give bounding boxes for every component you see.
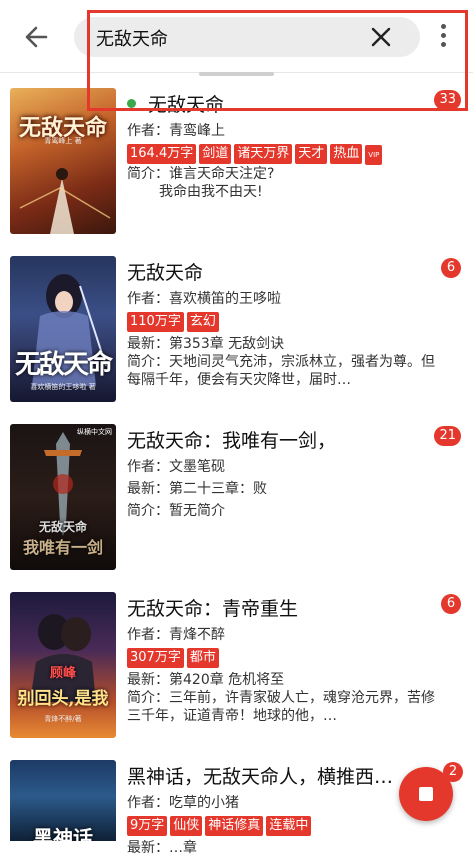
book-latest-chapter: 最新：第二十三章：败 [127, 481, 267, 497]
cover-title: 无敌天命 [14, 350, 113, 380]
cover-top-text: 顾峰 [49, 666, 76, 681]
tag-word-count: 164.4万字 [127, 144, 197, 164]
arrow-left-icon[interactable] [20, 20, 54, 54]
tag: 都市 [186, 648, 219, 668]
result-item[interactable]: 顾峰 别回头,是我 青烽不醉/著 无敌天命：青帝重生 6 作者：青烽不醉 307… [0, 592, 473, 760]
tag: 神话修真 [205, 816, 264, 836]
book-title: 无敌天命 [127, 262, 204, 284]
cover-figure [19, 168, 111, 234]
tag-word-count: 307万字 [127, 648, 184, 668]
highlight-annotation [87, 10, 468, 111]
tag-list: 9万字 仙侠 神话修真 连载中 [127, 814, 314, 836]
book-author: 作者：吃草的小猪 [127, 795, 239, 811]
book-title: 无敌天命：我唯有一剑， [127, 430, 337, 452]
cover-title: 黑神话 [33, 826, 93, 841]
tag-word-count: 110万字 [127, 312, 184, 332]
tag: 玄幻 [186, 312, 219, 332]
tag-vip: VIP [365, 145, 383, 165]
result-item[interactable]: 纵横中文网 无敌天命 我唯有一剑 无敌天命：我唯有一剑， 21 作者：文墨笔砚 … [0, 424, 473, 592]
tag: 连载中 [266, 816, 312, 836]
book-intro: 简介：暂无简介 [127, 503, 225, 519]
book-author: 作者：青烽不醉 [127, 627, 225, 643]
cover-subtitle: 喜欢横笛的王哆啦 著 [30, 383, 96, 391]
source-count-badge: 6 [441, 258, 461, 278]
book-author: 作者：文墨笔砚 [127, 459, 225, 475]
tag-list: 307万字 都市 [127, 646, 222, 668]
tag: 剑道 [199, 144, 232, 164]
result-item[interactable]: 无敌天命 喜欢横笛的王哆啦 著 无敌天命 6 作者：喜欢横笛的王哆啦 110万字… [0, 256, 473, 424]
book-cover[interactable]: 顾峰 别回头,是我 青烽不醉/著 [10, 592, 116, 738]
book-title: 黑神话，无敌天命人，横推西… [127, 766, 394, 788]
source-count-badge: 2 [443, 762, 463, 782]
tag-list: 164.4万字 剑道 诸天万界 天才 热血 VIP [127, 142, 385, 165]
book-latest-chapter: 最新：…章 [127, 840, 197, 856]
cover-title: 别回头,是我 [17, 689, 109, 709]
book-cover[interactable]: 纵横中文网 无敌天命 我唯有一剑 [10, 424, 116, 570]
book-title: 无敌天命：青帝重生 [127, 598, 299, 620]
source-count-badge: 6 [441, 594, 461, 614]
book-latest-chapter: 最新：第353章 无敌剑诀 [127, 336, 285, 352]
book-latest-chapter: 最新：第420章 危机将至 [127, 672, 285, 688]
book-cover[interactable]: 无敌天命 喜欢横笛的王哆啦 著 [10, 256, 116, 402]
cover-title: 无敌天命 [38, 520, 87, 534]
book-author: 作者：青鸾峰上 [127, 123, 225, 139]
source-count-badge: 21 [434, 426, 461, 446]
result-item[interactable]: 无敌天命 青鸾峰上 著 无敌天命 33 作者：青鸾峰上 164.4万字 剑道 诸天万… [0, 88, 473, 256]
book-author: 作者：喜欢横笛的王哆啦 [127, 291, 281, 307]
book-intro: 简介：天地间灵气充沛，宗派林立，强者为尊。但每隔千年，便会有天灾降世，届时… [127, 354, 435, 388]
book-intro: 简介：谁言天命天注定? 我命由我不由天! [127, 166, 275, 200]
tag: 热血 [330, 144, 363, 164]
cover-subtitle: 青鸾峰上 著 [44, 137, 82, 145]
book-cover[interactable]: 黑神话 [10, 760, 116, 841]
cover-subtitle: 我唯有一剑 [22, 538, 103, 557]
tag-list: 110万字 玄幻 [127, 310, 222, 332]
tag: 天才 [295, 144, 328, 164]
tag: 仙侠 [170, 816, 203, 836]
tag-word-count: 9万字 [127, 816, 168, 836]
book-intro: 简介：三年前，许青家破人亡，魂穿沧元界，苦修三千年，证道青帝！地球的他，… [127, 690, 435, 724]
tag: 诸天万界 [234, 144, 293, 164]
cover-subtitle: 青烽不醉/著 [44, 715, 82, 723]
stop-icon [419, 787, 433, 801]
